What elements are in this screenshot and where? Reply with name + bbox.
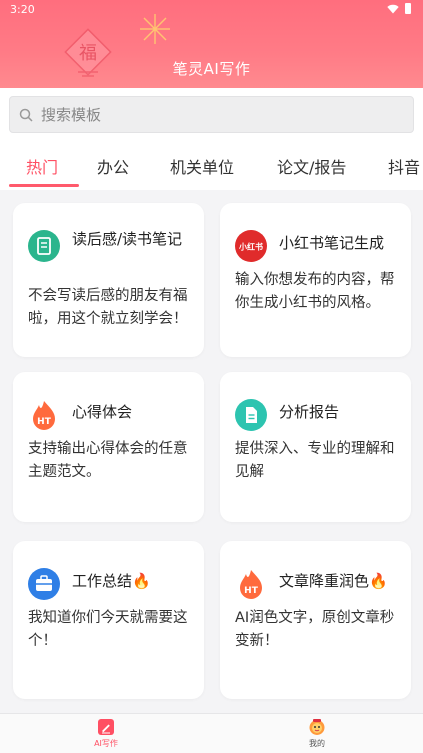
nav-label: AI写作	[94, 739, 118, 748]
wifi-icon	[387, 4, 399, 13]
status-time: 3:20	[10, 3, 35, 16]
battery-icon	[405, 3, 411, 14]
template-card-reading-notes[interactable]: 读后感/读书笔记 不会写读后感的朋友有福啦，用这个就立刻学会！	[13, 203, 204, 357]
card-title: 工作总结🔥	[72, 572, 151, 590]
tab-office[interactable]: 办公	[97, 154, 129, 178]
card-title: 小红书笔记生成	[279, 234, 385, 252]
bottom-navigation: AI写作 我的	[0, 713, 423, 753]
card-description: 我知道你们今天就需要这个！	[28, 610, 188, 649]
tab-douyin[interactable]: 抖音	[388, 154, 420, 178]
search-input[interactable]: 搜索模板	[9, 96, 414, 133]
pen-icon	[98, 719, 114, 735]
document-icon	[235, 399, 267, 431]
active-tab-indicator	[9, 184, 79, 187]
tab-hot[interactable]: 热门	[26, 154, 58, 178]
search-placeholder: 搜索模板	[41, 106, 102, 124]
template-card-xiaohongshu[interactable]: 小红书 小红书笔记生成 输入你想发布的内容，帮你生成小红书的风格。	[220, 203, 411, 357]
xiaohongshu-icon: 小红书	[235, 230, 267, 262]
card-description: 不会写读后感的朋友有福啦，用这个就立刻学会！	[28, 288, 188, 327]
card-title: 心得体会	[72, 403, 133, 421]
lion-mascot-icon	[309, 719, 325, 735]
firework-icon	[140, 14, 170, 44]
template-card-experience[interactable]: HT 心得体会 支持输出心得体会的任意主题范文。	[13, 372, 204, 522]
ht-flame-icon: HT	[240, 570, 262, 599]
nav-ai-writing[interactable]: AI写作	[76, 718, 136, 749]
card-description: 输入你想发布的内容，帮你生成小红书的风格。	[235, 272, 395, 311]
tab-papers-reports[interactable]: 论文/报告	[277, 154, 346, 178]
nav-label: 我的	[309, 739, 325, 748]
template-card-article-polish[interactable]: HT 文章降重润色🔥 AI润色文字，原创文章秒变新！	[220, 541, 411, 699]
category-tabs: 热门 办公 机关单位 论文/报告 抖音	[0, 138, 423, 190]
card-title: 文章降重润色🔥	[279, 572, 388, 590]
ht-flame-icon: HT	[33, 401, 55, 430]
status-bar: 3:20	[0, 0, 423, 20]
svg-text:HT: HT	[37, 417, 52, 427]
svg-text:HT: HT	[244, 586, 259, 596]
toolbox-icon	[28, 568, 60, 600]
card-title: 分析报告	[279, 403, 340, 421]
template-card-work-summary[interactable]: 工作总结🔥 我知道你们今天就需要这个！	[13, 541, 204, 699]
card-description: 支持输出心得体会的任意主题范文。	[28, 441, 188, 480]
card-description: AI润色文字，原创文章秒变新！	[235, 610, 395, 649]
status-icons	[387, 3, 411, 14]
card-title: 读后感/读书笔记	[72, 230, 183, 248]
card-description: 提供深入、专业的理解和见解	[235, 441, 395, 480]
nav-mine[interactable]: 我的	[287, 718, 347, 749]
svg-text:小红书: 小红书	[238, 242, 263, 252]
app-title: 笔灵AI写作	[172, 60, 251, 78]
search-area: 搜索模板	[0, 88, 423, 138]
search-icon	[19, 108, 33, 122]
app-header: 3:20 福 笔灵AI写作	[0, 0, 423, 88]
notebook-icon	[28, 230, 60, 262]
tab-government[interactable]: 机关单位	[170, 154, 234, 178]
template-card-analysis-report[interactable]: 分析报告 提供深入、专业的理解和见解	[220, 372, 411, 522]
